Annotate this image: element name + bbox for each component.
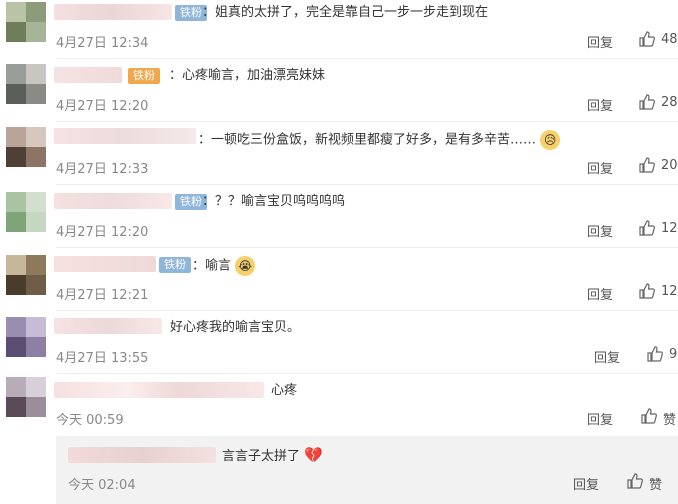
username-blurred[interactable]	[54, 4, 172, 20]
reply-button[interactable]: 回复	[594, 347, 620, 366]
like-count: 12	[661, 284, 678, 299]
avatar[interactable]	[6, 64, 46, 104]
reply-thread: 言言子太拼了 💔 今天 02:04 回复 赞	[56, 436, 678, 504]
timestamp: 4月27日 12:33	[56, 162, 149, 177]
timestamp: 4月27日 12:20	[56, 99, 149, 114]
reply-button[interactable]: 回复	[587, 32, 613, 51]
like-count: 赞	[663, 413, 677, 428]
timestamp: 4月27日 12:21	[56, 288, 149, 303]
thumbs-up-icon	[647, 346, 663, 362]
reply-button[interactable]: 回复	[587, 95, 613, 114]
comment-text: ：一顿吃三份盒饭，新视频里都瘦了好多，是有多辛苦…… 😥	[198, 130, 561, 150]
timestamp: 4月27日 13:55	[56, 351, 149, 366]
avatar[interactable]	[6, 2, 46, 42]
timestamp: 4月27日 12:34	[56, 36, 149, 51]
sweat-emoji-icon: 😥	[540, 130, 561, 150]
comment-item: 铁粉 ：？？喻言宝贝呜呜呜呜 4月27日 12:20 回复 12	[0, 184, 678, 248]
avatar[interactable]	[6, 317, 46, 357]
comment-item: 铁粉 ：姐真的太拼了，完全是靠自己一步一步走到现在 4月27日 12:34 回复…	[0, 0, 678, 59]
reply-button[interactable]: 回复	[587, 221, 613, 240]
thumbs-up-icon	[639, 94, 655, 110]
reply-button[interactable]: 回复	[573, 474, 599, 493]
username-blurred[interactable]	[54, 67, 122, 83]
like-count: 28	[661, 95, 678, 110]
like-label: 赞	[649, 478, 663, 493]
comment-text: ：姐真的太拼了，完全是靠自己一步一步走到现在	[202, 5, 489, 20]
like-count: 48	[661, 32, 678, 47]
thumbs-up-icon	[627, 473, 643, 489]
comment-text: 好心疼我的喻言宝贝。	[170, 320, 301, 335]
username-blurred[interactable]	[54, 128, 196, 144]
broken-heart-icon: 💔	[304, 446, 323, 464]
comment-item: 铁粉 ：心疼喻言，加油漂亮妹妹 4月27日 12:20 回复 28	[0, 58, 678, 122]
like-count: 12	[661, 221, 678, 236]
thumbs-up-icon	[641, 408, 657, 424]
comment-item: 好心疼我的喻言宝贝。 4月27日 13:55 回复 9	[0, 310, 678, 374]
comment-item: 心疼 今天 00:59 回复 赞	[0, 373, 678, 436]
reply-text: 言言子太拼了 💔	[222, 446, 323, 464]
username-blurred[interactable]	[54, 193, 172, 209]
like-count: 9	[669, 347, 678, 362]
comment-item: 铁粉 ：喻言 😭 4月27日 12:21 回复 12	[0, 247, 678, 311]
fan-badge[interactable]: 铁粉	[128, 68, 160, 84]
username-blurred[interactable]	[68, 447, 216, 463]
username-blurred[interactable]	[54, 318, 162, 334]
timestamp: 今天 00:59	[56, 413, 124, 428]
reply-button[interactable]: 回复	[587, 409, 613, 428]
crying-emoji-icon: 😭	[235, 256, 256, 276]
comment-text: ：心疼喻言，加油漂亮妹妹	[169, 68, 326, 83]
comment-text: 心疼	[271, 383, 298, 398]
reply-button[interactable]: 回复	[587, 158, 613, 177]
thumbs-up-icon	[639, 31, 655, 47]
username-blurred[interactable]	[54, 382, 264, 398]
avatar[interactable]	[6, 127, 46, 167]
timestamp: 4月27日 12:20	[56, 225, 149, 240]
fan-badge[interactable]: 铁粉	[159, 257, 191, 273]
comment-text: ：？？喻言宝贝呜呜呜呜	[202, 194, 346, 209]
avatar[interactable]	[6, 255, 46, 295]
reply-button[interactable]: 回复	[587, 284, 613, 303]
avatar[interactable]	[6, 377, 46, 417]
avatar[interactable]	[6, 192, 46, 232]
like-count: 20	[661, 158, 678, 173]
username-blurred[interactable]	[54, 256, 156, 272]
comment-item: ：一顿吃三份盒饭，新视频里都瘦了好多，是有多辛苦…… 😥 4月27日 12:33…	[0, 121, 678, 185]
thumbs-up-icon	[639, 157, 655, 173]
thumbs-up-icon	[639, 220, 655, 236]
timestamp: 今天 02:04	[68, 478, 136, 493]
comment-text: ：喻言 😭	[192, 256, 256, 276]
thumbs-up-icon	[639, 283, 655, 299]
